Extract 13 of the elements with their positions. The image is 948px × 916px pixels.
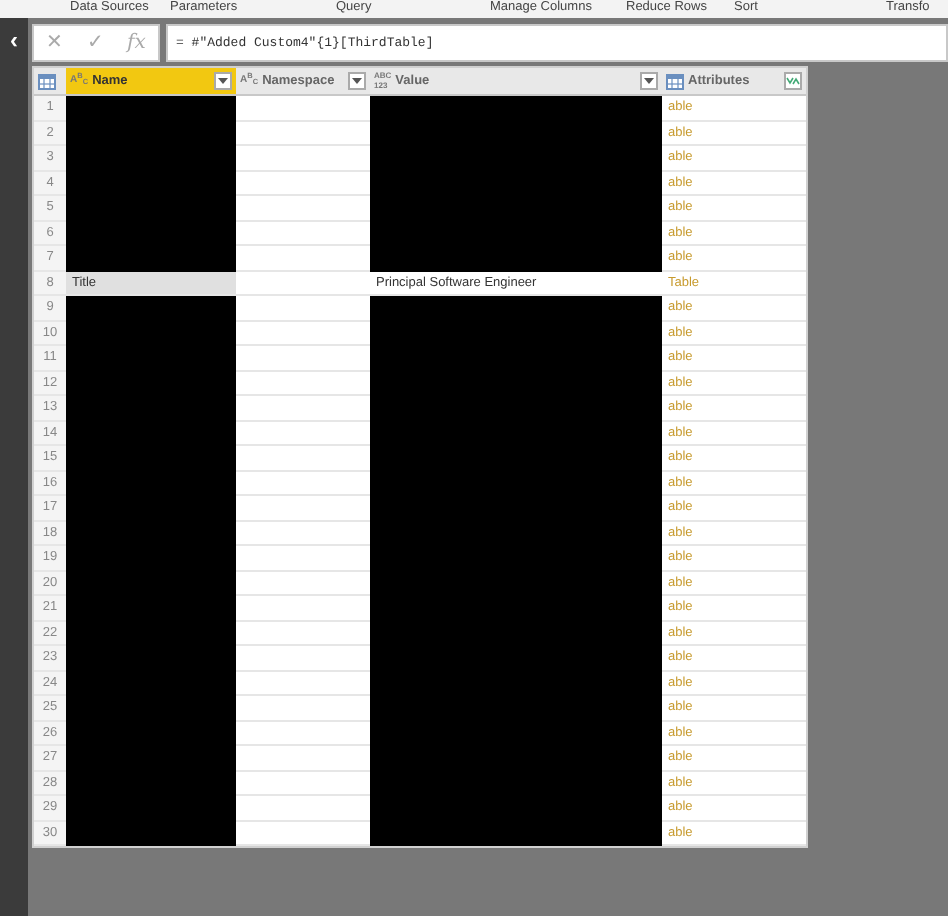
table-menu-icon xyxy=(38,73,56,89)
caret-icon xyxy=(644,78,654,84)
expand-button[interactable] xyxy=(784,72,802,90)
cancel-button[interactable]: ✕ xyxy=(46,31,63,55)
function-button[interactable]: fx xyxy=(127,31,146,55)
collapse-button[interactable]: ‹ xyxy=(4,24,24,56)
caret-icon xyxy=(218,78,228,84)
commit-button[interactable]: ✓ xyxy=(86,31,103,55)
caret-icon xyxy=(352,78,362,84)
filter-dropdown[interactable] xyxy=(348,72,366,90)
filter-dropdown[interactable] xyxy=(214,72,232,90)
table-type-icon xyxy=(666,73,684,89)
filter-dropdown[interactable] xyxy=(640,72,658,90)
